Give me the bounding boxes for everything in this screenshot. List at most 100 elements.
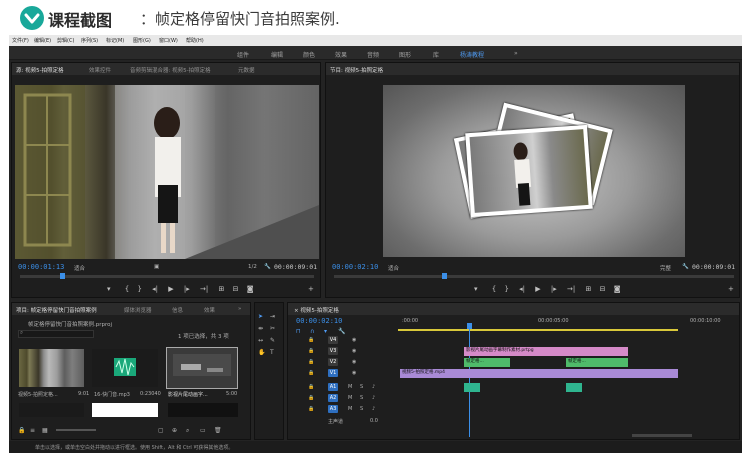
selection-tool-icon[interactable]: ➤ xyxy=(258,313,263,320)
thumbnail-white[interactable] xyxy=(92,403,158,417)
program-playhead[interactable] xyxy=(442,273,447,279)
thumbnail-black[interactable] xyxy=(168,403,238,417)
slip-tool-icon[interactable]: ↔ xyxy=(258,337,263,344)
list-view-icon[interactable]: ≡ xyxy=(30,427,35,434)
tab-audio-mixer[interactable]: 音频剪辑混合器: 视频5-拍照定格 xyxy=(130,66,211,74)
workspace-assembly[interactable]: 组件 xyxy=(237,50,249,59)
camera-icon[interactable]: ◙ xyxy=(247,285,254,293)
timeline-timecode[interactable]: 00:00:02:10 xyxy=(296,317,342,325)
workspace-color[interactable]: 颜色 xyxy=(303,50,315,59)
mark-in-icon[interactable]: ▾ xyxy=(474,285,478,293)
search-icon[interactable]: ⌕ xyxy=(186,427,189,435)
source-clip-icon[interactable]: ▣ xyxy=(154,264,159,270)
menu-window[interactable]: 窗口(W) xyxy=(159,37,178,44)
clip-freeze-v2-a[interactable]: 帧定格... xyxy=(464,358,510,367)
track-label[interactable]: V1 xyxy=(328,369,338,377)
project-item-name[interactable]: 影视片尾动画字... xyxy=(168,391,208,398)
track-lock-icon[interactable]: 🔒 xyxy=(308,384,314,390)
eye-icon[interactable]: ◉ xyxy=(352,348,356,354)
zoom-slider[interactable] xyxy=(56,429,96,431)
go-to-out-icon[interactable]: →| xyxy=(567,285,575,293)
project-item-name[interactable]: 视频5-拍照定格... xyxy=(18,391,58,398)
track-lock-icon[interactable]: 🔒 xyxy=(308,337,314,343)
workspace-effects[interactable]: 效果 xyxy=(335,50,347,59)
source-scale-select[interactable]: 1/2 xyxy=(248,264,257,270)
track-label[interactable]: A3 xyxy=(328,405,338,413)
menu-sequence[interactable]: 序列(S) xyxy=(81,37,98,44)
solo-button[interactable]: S xyxy=(360,395,363,401)
add-marker-icon[interactable]: ▾ xyxy=(324,328,327,335)
add-button-icon[interactable]: + xyxy=(308,285,314,293)
source-timecode[interactable]: 00:00:01:13 xyxy=(18,263,64,271)
project-search-input[interactable] xyxy=(18,330,94,338)
tab-metadata[interactable]: 元数据 xyxy=(238,66,255,74)
menu-marker[interactable]: 标记(M) xyxy=(106,37,124,44)
lock-icon[interactable]: 🔒 xyxy=(18,427,25,434)
track-lock-icon[interactable]: 🔒 xyxy=(308,370,314,376)
wrench-icon[interactable]: 🔧 xyxy=(264,264,271,270)
insert-icon[interactable]: ⊞ xyxy=(218,285,224,293)
razor-tool-icon[interactable]: ✂ xyxy=(270,325,275,332)
clip-audio-a1-a[interactable] xyxy=(464,383,480,392)
track-select-tool-icon[interactable]: ⇥ xyxy=(270,313,275,320)
hand-tool-icon[interactable]: ✋ xyxy=(258,349,265,356)
mute-button[interactable]: M xyxy=(348,395,352,401)
menu-graphics[interactable]: 图形(G) xyxy=(133,37,151,44)
track-lock-icon[interactable]: 🔒 xyxy=(308,359,314,365)
go-to-in-icon[interactable]: } xyxy=(137,285,141,293)
new-bin-icon[interactable]: ▢ xyxy=(158,427,164,434)
wrench-icon[interactable]: 🔧 xyxy=(682,264,689,270)
snap-icon[interactable]: ⊓ xyxy=(296,328,301,335)
icon-view-icon[interactable]: ▦ xyxy=(42,427,48,434)
menu-file[interactable]: 文件(F) xyxy=(12,37,29,44)
mic-icon[interactable]: ♪ xyxy=(372,395,375,401)
program-scrubber[interactable] xyxy=(334,275,734,278)
workspace-editing[interactable]: 编辑 xyxy=(271,50,283,59)
mute-button[interactable]: M xyxy=(348,406,352,412)
workspace-libraries[interactable]: 库 xyxy=(433,50,439,59)
eye-icon[interactable]: ◉ xyxy=(352,337,356,343)
mark-out-icon[interactable]: { xyxy=(125,285,129,293)
add-button-icon[interactable]: + xyxy=(728,285,734,293)
playhead-handle[interactable] xyxy=(467,323,472,329)
program-quality-select[interactable]: 完整 xyxy=(660,264,671,272)
menu-clip[interactable]: 剪辑(C) xyxy=(57,37,74,44)
track-label[interactable]: A2 xyxy=(328,394,338,402)
thumbnail-audio[interactable] xyxy=(92,349,158,387)
workspace-more-icon[interactable]: » xyxy=(514,50,518,57)
mark-in-icon[interactable]: ▾ xyxy=(107,285,111,293)
source-playhead[interactable] xyxy=(60,273,65,279)
solo-button[interactable]: S xyxy=(360,384,363,390)
pen-tool-icon[interactable]: ✎ xyxy=(270,337,275,344)
thumbnail-empty[interactable] xyxy=(19,403,84,417)
thumbnail-video[interactable] xyxy=(19,349,84,387)
camera-icon[interactable]: ◙ xyxy=(614,285,621,293)
clip-title-v3[interactable]: 影视片尾动画字幕制作素材.prtpg xyxy=(464,347,628,356)
new-item-icon[interactable]: ⊕ xyxy=(172,427,177,434)
program-timecode[interactable]: 00:00:02:10 xyxy=(332,263,378,271)
clip-freeze-v2-b[interactable]: 帧定格... xyxy=(566,358,628,367)
type-tool-icon[interactable]: T xyxy=(270,349,274,356)
master-value[interactable]: 0.0 xyxy=(370,418,378,424)
tab-project[interactable]: 项目: 帧定格停留快门音拍照案例 xyxy=(16,306,97,314)
workspace-audio[interactable]: 音频 xyxy=(367,50,379,59)
clip-audio-a1-b[interactable] xyxy=(566,383,582,392)
track-label[interactable]: V4 xyxy=(328,336,338,344)
eye-icon[interactable]: ◉ xyxy=(352,359,356,365)
eye-icon[interactable]: ◉ xyxy=(352,370,356,376)
step-forward-icon[interactable]: |▸ xyxy=(184,285,190,293)
tab-program[interactable]: 节目: 视频5-拍照定格 xyxy=(330,66,383,74)
thumbnail-title-selected[interactable] xyxy=(166,347,238,389)
play-icon[interactable]: ▶ xyxy=(168,285,173,293)
tab-media-browser[interactable]: 媒体浏览器 xyxy=(124,306,152,314)
timeline-scrollbar[interactable] xyxy=(632,434,692,437)
project-item-name[interactable]: 16-快门音.mp3 xyxy=(94,391,130,398)
tab-info[interactable]: 信息 xyxy=(172,306,183,314)
workspace-custom[interactable]: 杨涛教程 xyxy=(460,50,484,59)
tab-effects[interactable]: 效果 xyxy=(204,306,215,314)
mute-button[interactable]: M xyxy=(348,384,352,390)
go-to-in-icon[interactable]: } xyxy=(504,285,508,293)
mic-icon[interactable]: ♪ xyxy=(372,384,375,390)
overwrite-icon[interactable]: ⊟ xyxy=(233,285,239,293)
program-fit-select[interactable]: 适合 xyxy=(388,264,399,272)
